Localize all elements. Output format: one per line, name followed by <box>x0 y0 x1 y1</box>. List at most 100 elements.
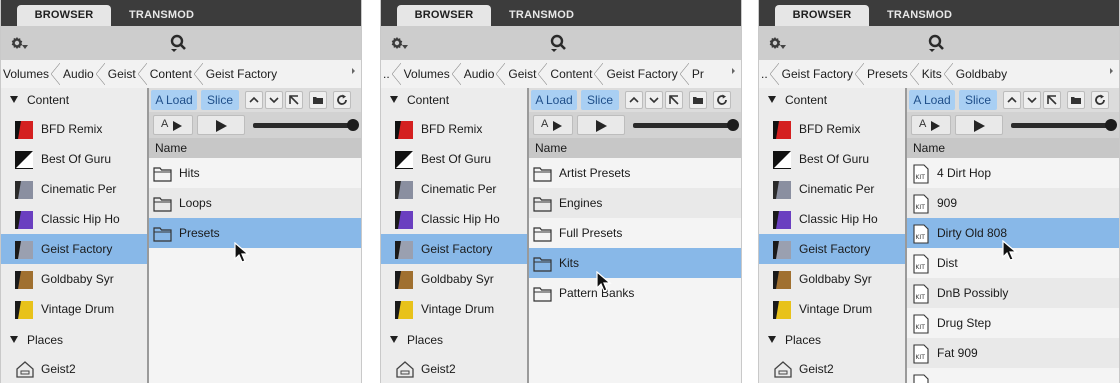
disclosure-triangle-icon[interactable] <box>10 336 18 343</box>
list-item[interactable]: Hits <box>149 158 361 188</box>
tree-item-geist-factory[interactable]: Geist Factory <box>759 234 905 264</box>
folder-open-icon[interactable] <box>309 91 327 109</box>
breadcrumb-audio[interactable]: Audio <box>60 60 105 88</box>
chevron-down-icon[interactable] <box>645 91 663 109</box>
breadcrumb-ellipsis[interactable]: .. <box>381 60 401 88</box>
go-up-icon[interactable] <box>1043 91 1061 109</box>
a-load-button[interactable]: A Load <box>151 90 197 110</box>
column-header-name[interactable]: Name <box>907 138 1119 158</box>
breadcrumb-content[interactable]: Content <box>547 60 604 88</box>
search-icon[interactable] <box>925 33 947 53</box>
breadcrumb-audio[interactable]: Audio <box>461 60 506 88</box>
search-icon[interactable] <box>547 33 569 53</box>
breadcrumb-volumes[interactable]: Volumes <box>401 60 461 88</box>
list-item[interactable]: Kits <box>529 248 741 278</box>
play-button[interactable] <box>955 115 1003 135</box>
list-item[interactable]: KIT DnB Possibly <box>907 278 1119 308</box>
go-up-icon[interactable] <box>285 91 303 109</box>
list-item[interactable]: Presets <box>149 218 361 248</box>
tree-header-places[interactable]: Places <box>1 328 147 352</box>
tree-header-content[interactable]: Content <box>381 88 527 112</box>
a-load-button[interactable]: A Load <box>909 90 955 110</box>
tree-item-goldbaby[interactable]: Goldbaby Syr <box>1 264 147 294</box>
tab-transmod[interactable]: TRANSMOD <box>119 5 219 26</box>
chevron-up-icon[interactable] <box>245 91 263 109</box>
preview-volume-slider[interactable] <box>633 123 733 128</box>
preview-a-button[interactable]: A <box>911 115 951 135</box>
tree-item-bfd-remix[interactable]: BFD Remix <box>1 114 147 144</box>
preview-volume-slider[interactable] <box>253 123 353 128</box>
tree-item-classic-hip-hop[interactable]: Classic Hip Ho <box>1 204 147 234</box>
list-item[interactable] <box>907 368 1119 383</box>
breadcrumb-kits[interactable]: Kits <box>919 60 953 88</box>
tree-item-geist-factory[interactable]: Geist Factory <box>381 234 527 264</box>
tree-item-classic-hip-hop[interactable]: Classic Hip Ho <box>381 204 527 234</box>
chevron-down-icon[interactable] <box>265 91 283 109</box>
breadcrumb-geist-factory[interactable]: Geist Factory <box>203 60 288 88</box>
tree-item-best-of-guru[interactable]: Best Of Guru <box>381 144 527 174</box>
tree-header-places[interactable]: Places <box>381 328 527 352</box>
column-header-name[interactable]: Name <box>149 138 361 158</box>
breadcrumb-goldbaby[interactable]: Goldbaby <box>953 60 1018 88</box>
list-item[interactable]: KIT Fat 909 <box>907 338 1119 368</box>
tree-item-bfd-remix[interactable]: BFD Remix <box>381 114 527 144</box>
go-up-icon[interactable] <box>665 91 683 109</box>
tree-item-cinematic[interactable]: Cinematic Per <box>381 174 527 204</box>
tree-header-content[interactable]: Content <box>759 88 905 112</box>
preview-a-button[interactable]: A <box>533 115 573 135</box>
tab-browser[interactable]: BROWSER <box>775 5 869 26</box>
disclosure-triangle-icon[interactable] <box>768 96 776 103</box>
tree-item-geist-factory[interactable]: Geist Factory <box>1 234 147 264</box>
preview-a-button[interactable]: A <box>153 115 193 135</box>
list-item[interactable]: KIT 909 <box>907 188 1119 218</box>
breadcrumb-volumes[interactable]: Volumes <box>1 60 61 88</box>
breadcrumb-overflow-icon[interactable] <box>732 68 735 74</box>
list-item[interactable]: Pattern Banks <box>529 278 741 308</box>
list-item[interactable]: Full Presets <box>529 218 741 248</box>
breadcrumb-geist[interactable]: Geist <box>105 60 147 88</box>
tree-item-goldbaby[interactable]: Goldbaby Syr <box>381 264 527 294</box>
list-item[interactable]: Engines <box>529 188 741 218</box>
list-item[interactable]: KIT Drug Step <box>907 308 1119 338</box>
disclosure-triangle-icon[interactable] <box>390 96 398 103</box>
tree-item-geist2[interactable]: Geist2 <box>381 354 527 383</box>
search-icon[interactable] <box>167 33 189 53</box>
play-button[interactable] <box>577 115 625 135</box>
chevron-up-icon[interactable] <box>625 91 643 109</box>
breadcrumb-geist[interactable]: Geist <box>505 60 548 88</box>
chevron-down-icon[interactable] <box>1023 91 1041 109</box>
breadcrumb-geist-factory[interactable]: Geist Factory <box>603 60 690 88</box>
slice-button[interactable]: Slice <box>581 90 619 110</box>
tab-browser[interactable]: BROWSER <box>397 5 491 26</box>
tree-item-goldbaby[interactable]: Goldbaby Syr <box>759 264 905 294</box>
tree-item-vintage-drum[interactable]: Vintage Drum <box>1 294 147 324</box>
slice-button[interactable]: Slice <box>201 90 239 110</box>
disclosure-triangle-icon[interactable] <box>10 96 18 103</box>
breadcrumb-ellipsis[interactable]: .. <box>759 60 779 88</box>
tab-browser[interactable]: BROWSER <box>17 5 111 26</box>
list-item[interactable]: KIT 4 Dirt Hop <box>907 158 1119 188</box>
list-item[interactable]: Loops <box>149 188 361 218</box>
tree-item-bfd-remix[interactable]: BFD Remix <box>759 114 905 144</box>
tree-item-best-of-guru[interactable]: Best Of Guru <box>759 144 905 174</box>
volume-knob[interactable] <box>1105 119 1117 131</box>
tree-item-vintage-drum[interactable]: Vintage Drum <box>381 294 527 324</box>
refresh-icon[interactable] <box>1091 91 1109 109</box>
breadcrumb-overflow-icon[interactable] <box>1110 68 1113 74</box>
disclosure-triangle-icon[interactable] <box>390 336 398 343</box>
breadcrumb-content[interactable]: Content <box>147 60 203 88</box>
chevron-up-icon[interactable] <box>1003 91 1021 109</box>
folder-open-icon[interactable] <box>689 91 707 109</box>
tree-header-places[interactable]: Places <box>759 328 905 352</box>
slice-button[interactable]: Slice <box>959 90 997 110</box>
refresh-icon[interactable] <box>713 91 731 109</box>
tree-item-cinematic[interactable]: Cinematic Per <box>1 174 147 204</box>
tree-item-classic-hip-hop[interactable]: Classic Hip Ho <box>759 204 905 234</box>
tree-header-content[interactable]: Content <box>1 88 147 112</box>
volume-knob[interactable] <box>347 119 359 131</box>
tab-transmod[interactable]: TRANSMOD <box>877 5 977 26</box>
play-button[interactable] <box>197 115 245 135</box>
breadcrumb-geist-factory[interactable]: Geist Factory <box>779 60 865 88</box>
tree-item-geist2[interactable]: Geist2 <box>1 354 147 383</box>
breadcrumb-presets[interactable]: Presets <box>864 60 919 88</box>
